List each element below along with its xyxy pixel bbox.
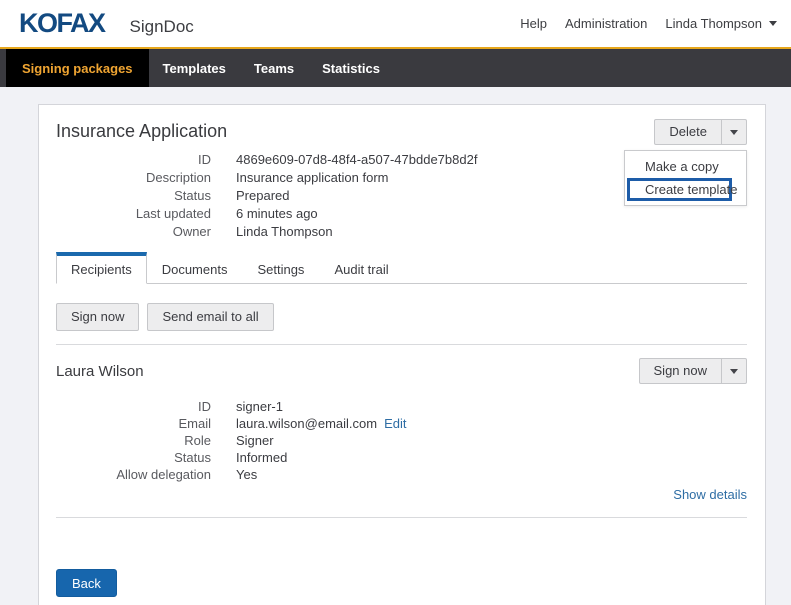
nav-signing-packages[interactable]: Signing packages <box>6 49 149 87</box>
delete-split-button: Delete <box>654 119 747 145</box>
recipient-name: Laura Wilson <box>56 363 144 380</box>
recipient-details: ID signer-1 Email laura.wilson@email.com… <box>56 398 747 483</box>
brand: KOFAX SignDoc <box>19 8 194 39</box>
detail-value: laura.wilson@email.com <box>236 415 377 432</box>
detail-value: 6 minutes ago <box>236 205 318 223</box>
package-tabs: Recipients Documents Settings Audit trai… <box>56 252 747 284</box>
recipient-sign-menu-toggle[interactable] <box>722 358 747 384</box>
detail-row-signer-id: ID signer-1 <box>56 398 747 415</box>
edit-email-link[interactable]: Edit <box>384 415 406 432</box>
detail-value: 4869e609-07d8-48f4-a507-47bdde7b8d2f <box>236 151 477 169</box>
detail-row-signer-status: Status Informed <box>56 449 747 466</box>
show-details-row: Show details <box>56 486 747 504</box>
detail-value: Insurance application form <box>236 169 388 187</box>
detail-label: Status <box>56 449 211 466</box>
detail-label: Last updated <box>56 205 211 223</box>
page-title: Insurance Application <box>56 121 747 142</box>
menu-item-make-a-copy[interactable]: Make a copy <box>625 156 746 177</box>
detail-label: Description <box>56 169 211 187</box>
detail-label: Allow delegation <box>56 466 211 483</box>
detail-value: Linda Thompson <box>236 223 333 241</box>
detail-label: Owner <box>56 223 211 241</box>
menu-item-create-template[interactable]: Create template <box>627 178 732 201</box>
tab-settings[interactable]: Settings <box>242 252 319 284</box>
detail-label: Status <box>56 187 211 205</box>
help-link[interactable]: Help <box>520 16 547 31</box>
send-email-to-all-button[interactable]: Send email to all <box>147 303 273 331</box>
delete-menu-toggle[interactable] <box>722 119 747 145</box>
app-header: KOFAX SignDoc Help Administration Linda … <box>0 0 791 47</box>
user-name: Linda Thompson <box>665 16 762 31</box>
sign-now-all-button[interactable]: Sign now <box>56 303 139 331</box>
caret-down-icon <box>730 369 738 374</box>
detail-value: Prepared <box>236 187 289 205</box>
nav-statistics[interactable]: Statistics <box>308 49 394 87</box>
back-button[interactable]: Back <box>56 569 117 597</box>
detail-value: Informed <box>236 449 287 466</box>
detail-row-owner: Owner Linda Thompson <box>56 223 747 241</box>
recipient-header: Laura Wilson Sign now <box>56 358 747 384</box>
tab-audit-trail[interactable]: Audit trail <box>319 252 403 284</box>
tab-documents[interactable]: Documents <box>147 252 243 284</box>
delete-dropdown-menu: Make a copy Create template <box>624 150 747 206</box>
main-nav: Signing packages Templates Teams Statist… <box>0 49 791 87</box>
package-card: Insurance Application Delete Make a copy… <box>38 104 766 605</box>
caret-down-icon <box>730 130 738 135</box>
kofax-logo[interactable]: KOFAX <box>19 8 105 39</box>
detail-label: ID <box>56 151 211 169</box>
section-divider <box>56 517 747 518</box>
detail-label: Role <box>56 432 211 449</box>
detail-label: Email <box>56 415 211 432</box>
show-details-link[interactable]: Show details <box>673 487 747 502</box>
caret-down-icon <box>769 21 777 26</box>
detail-row-role: Role Signer <box>56 432 747 449</box>
product-name: SignDoc <box>130 17 194 37</box>
delete-button[interactable]: Delete <box>654 119 722 145</box>
section-divider <box>56 344 747 345</box>
recipients-actions: Sign now Send email to all <box>56 303 747 331</box>
detail-row-allow-delegation: Allow delegation Yes <box>56 466 747 483</box>
detail-value: Signer <box>236 432 274 449</box>
header-links: Help Administration Linda Thompson <box>502 16 777 31</box>
tab-recipients[interactable]: Recipients <box>56 252 147 284</box>
nav-templates[interactable]: Templates <box>149 49 240 87</box>
detail-row-email: Email laura.wilson@email.com Edit <box>56 415 747 432</box>
administration-link[interactable]: Administration <box>565 16 647 31</box>
detail-value: Yes <box>236 466 257 483</box>
detail-label: ID <box>56 398 211 415</box>
user-menu[interactable]: Linda Thompson <box>665 16 777 31</box>
detail-value: signer-1 <box>236 398 283 415</box>
recipient-sign-split-button: Sign now <box>639 358 747 384</box>
recipient-sign-now-button[interactable]: Sign now <box>639 358 722 384</box>
nav-teams[interactable]: Teams <box>240 49 308 87</box>
detail-row-last-updated: Last updated 6 minutes ago <box>56 205 747 223</box>
